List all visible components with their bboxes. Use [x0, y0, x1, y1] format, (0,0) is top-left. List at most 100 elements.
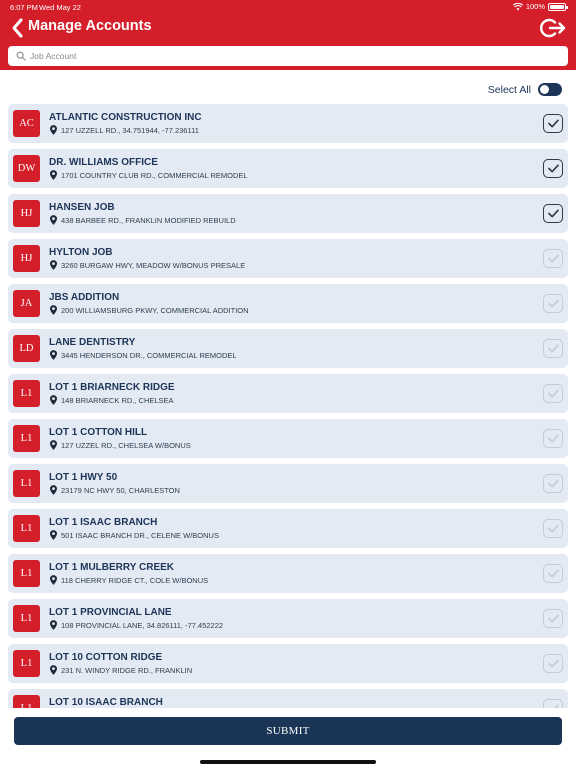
- select-checkbox[interactable]: [543, 429, 563, 448]
- back-button[interactable]: [10, 17, 26, 39]
- search-input[interactable]: [30, 51, 550, 61]
- checkmark-icon: [547, 344, 559, 353]
- select-checkbox[interactable]: [543, 339, 563, 358]
- account-name: LOT 10 ISAAC BRANCH: [49, 697, 163, 708]
- account-card[interactable]: JA JBS ADDITION 200 WILLIAMSBURG PKWY, COM…: [8, 284, 568, 323]
- select-checkbox[interactable]: [543, 249, 563, 268]
- account-address: 3445 HENDERSON DR., COMMERCIAL REMODEL: [61, 351, 237, 360]
- submit-button[interactable]: SUBMIT: [14, 717, 562, 745]
- account-avatar: HJ: [13, 245, 40, 272]
- account-address: 108 PROVINCIAL LANE, 34.826111, -77.4522…: [61, 621, 224, 630]
- account-avatar: JA: [13, 290, 40, 317]
- account-address: 148 BRIARNECK RD., CHELSEA: [61, 396, 174, 405]
- account-card[interactable]: AC ATLANTIC CONSTRUCTION INC 127 UZZELL RD…: [8, 104, 568, 143]
- account-address: 1701 COUNTRY CLUB RD., COMMERCIAL REMODE…: [61, 171, 248, 180]
- account-avatar: L1: [13, 380, 40, 407]
- status-indicators: 100%: [512, 2, 568, 11]
- account-card[interactable]: HJ HANSEN JOB 438 BARBEE RD., FRANKLIN MOD…: [8, 194, 568, 233]
- account-address: 127 UZZEL RD., CHELSEA W/BONUS: [61, 441, 191, 450]
- account-avatar: L1: [13, 695, 40, 708]
- account-avatar: L1: [13, 425, 40, 452]
- select-checkbox[interactable]: [543, 609, 563, 628]
- account-list[interactable]: AC ATLANTIC CONSTRUCTION INC 127 UZZELL RD…: [0, 104, 576, 708]
- account-name: LANE DENTISTRY: [49, 337, 136, 348]
- location-pin-icon: [50, 215, 57, 225]
- checkmark-icon: [547, 164, 559, 173]
- location-pin-icon: [50, 395, 57, 405]
- account-name: JBS ADDITION: [49, 292, 120, 303]
- account-card[interactable]: L1 LOT 1 MULBERRY CREEK 118 CHERRY RIDGE C…: [8, 554, 568, 593]
- select-checkbox[interactable]: [543, 699, 563, 708]
- account-name: LOT 1 MULBERRY CREEK: [49, 562, 175, 573]
- account-address: 501 ISAAC BRANCH DR., CELENE W/BONUS: [61, 531, 219, 540]
- account-card[interactable]: L1 LOT 1 PROVINCIAL LANE 108 PROVINCIAL LA…: [8, 599, 568, 638]
- account-card[interactable]: L1 LOT 10 ISAAC BRANCH: [8, 689, 568, 708]
- checkmark-icon: [547, 569, 559, 578]
- account-avatar: L1: [13, 515, 40, 542]
- checkmark-icon: [547, 299, 559, 308]
- checkmark-icon: [547, 254, 559, 263]
- logout-icon: [540, 18, 566, 38]
- account-card[interactable]: L1 LOT 1 BRIARNECK RIDGE 148 BRIARNECK RD.…: [8, 374, 568, 413]
- checkmark-icon: [547, 119, 559, 128]
- account-card[interactable]: L1 LOT 1 COTTON HILL 127 UZZEL RD., CHELSE…: [8, 419, 568, 458]
- checkmark-icon: [547, 209, 559, 218]
- chevron-left-icon: [12, 18, 23, 38]
- account-avatar: L1: [13, 605, 40, 632]
- account-card[interactable]: DW DR. WILLIAMS OFFICE 1701 COUNTRY CLUB R…: [8, 149, 568, 188]
- status-time: 6:07 PM: [10, 3, 38, 12]
- select-all-row: Select All: [488, 83, 562, 96]
- home-indicator: [200, 760, 376, 764]
- account-card[interactable]: LD LANE DENTISTRY 3445 HENDERSON DR., COMM…: [8, 329, 568, 368]
- location-pin-icon: [50, 620, 57, 630]
- account-card[interactable]: L1 LOT 10 COTTON RIDGE 231 N. WINDY RIDGE …: [8, 644, 568, 683]
- select-checkbox[interactable]: [543, 204, 563, 223]
- location-pin-icon: [50, 305, 57, 315]
- account-name: HYLTON JOB: [49, 247, 113, 258]
- account-name: LOT 1 ISAAC BRANCH: [49, 517, 158, 528]
- status-date: Wed May 22: [39, 3, 81, 12]
- checkmark-icon: [547, 434, 559, 443]
- select-checkbox[interactable]: [543, 564, 563, 583]
- status-bar: 6:07 PM Wed May 22 100%: [0, 0, 576, 14]
- select-checkbox[interactable]: [543, 159, 563, 178]
- search-bar: [8, 46, 568, 66]
- account-avatar: HJ: [13, 200, 40, 227]
- account-name: HANSEN JOB: [49, 202, 115, 213]
- checkmark-icon: [547, 389, 559, 398]
- logout-button[interactable]: [540, 17, 566, 39]
- account-card[interactable]: L1 LOT 1 ISAAC BRANCH 501 ISAAC BRANCH DR.…: [8, 509, 568, 548]
- location-pin-icon: [50, 350, 57, 360]
- account-name: LOT 1 PROVINCIAL LANE: [49, 607, 172, 618]
- location-pin-icon: [50, 665, 57, 675]
- select-all-toggle[interactable]: [538, 83, 562, 96]
- page-title: Manage Accounts: [28, 18, 152, 34]
- location-pin-icon: [50, 260, 57, 270]
- account-name: ATLANTIC CONSTRUCTION INC: [49, 112, 202, 123]
- checkmark-icon: [547, 479, 559, 488]
- account-address: 438 BARBEE RD., FRANKLIN MODIFIED REBUIL…: [61, 216, 236, 225]
- location-pin-icon: [50, 440, 57, 450]
- location-pin-icon: [50, 125, 57, 135]
- checkmark-icon: [547, 704, 559, 708]
- select-checkbox[interactable]: [543, 654, 563, 673]
- select-checkbox[interactable]: [543, 114, 563, 133]
- account-avatar: LD: [13, 335, 40, 362]
- location-pin-icon: [50, 170, 57, 180]
- toggle-knob: [540, 85, 549, 94]
- account-address: 127 UZZELL RD., 34.751944, -77.236111: [61, 126, 199, 135]
- select-checkbox[interactable]: [543, 384, 563, 403]
- account-address: 200 WILLIAMSBURG PKWY, COMMERCIAL ADDITI…: [61, 306, 249, 315]
- location-pin-icon: [50, 575, 57, 585]
- select-checkbox[interactable]: [543, 474, 563, 493]
- account-name: LOT 1 COTTON HILL: [49, 427, 148, 438]
- account-card[interactable]: HJ HYLTON JOB 3260 BURGAW HWY, MEADOW W/BO…: [8, 239, 568, 278]
- select-checkbox[interactable]: [543, 294, 563, 313]
- account-address: 3260 BURGAW HWY, MEADOW W/BONUS PRESALE: [61, 261, 246, 270]
- checkmark-icon: [547, 614, 559, 623]
- account-card[interactable]: L1 LOT 1 HWY 50 23179 NC HWY 50, CHARLESTO…: [8, 464, 568, 503]
- account-avatar: AC: [13, 110, 40, 137]
- app-header: 6:07 PM Wed May 22 100% Manage Accounts: [0, 0, 576, 70]
- select-checkbox[interactable]: [543, 519, 563, 538]
- account-avatar: L1: [13, 470, 40, 497]
